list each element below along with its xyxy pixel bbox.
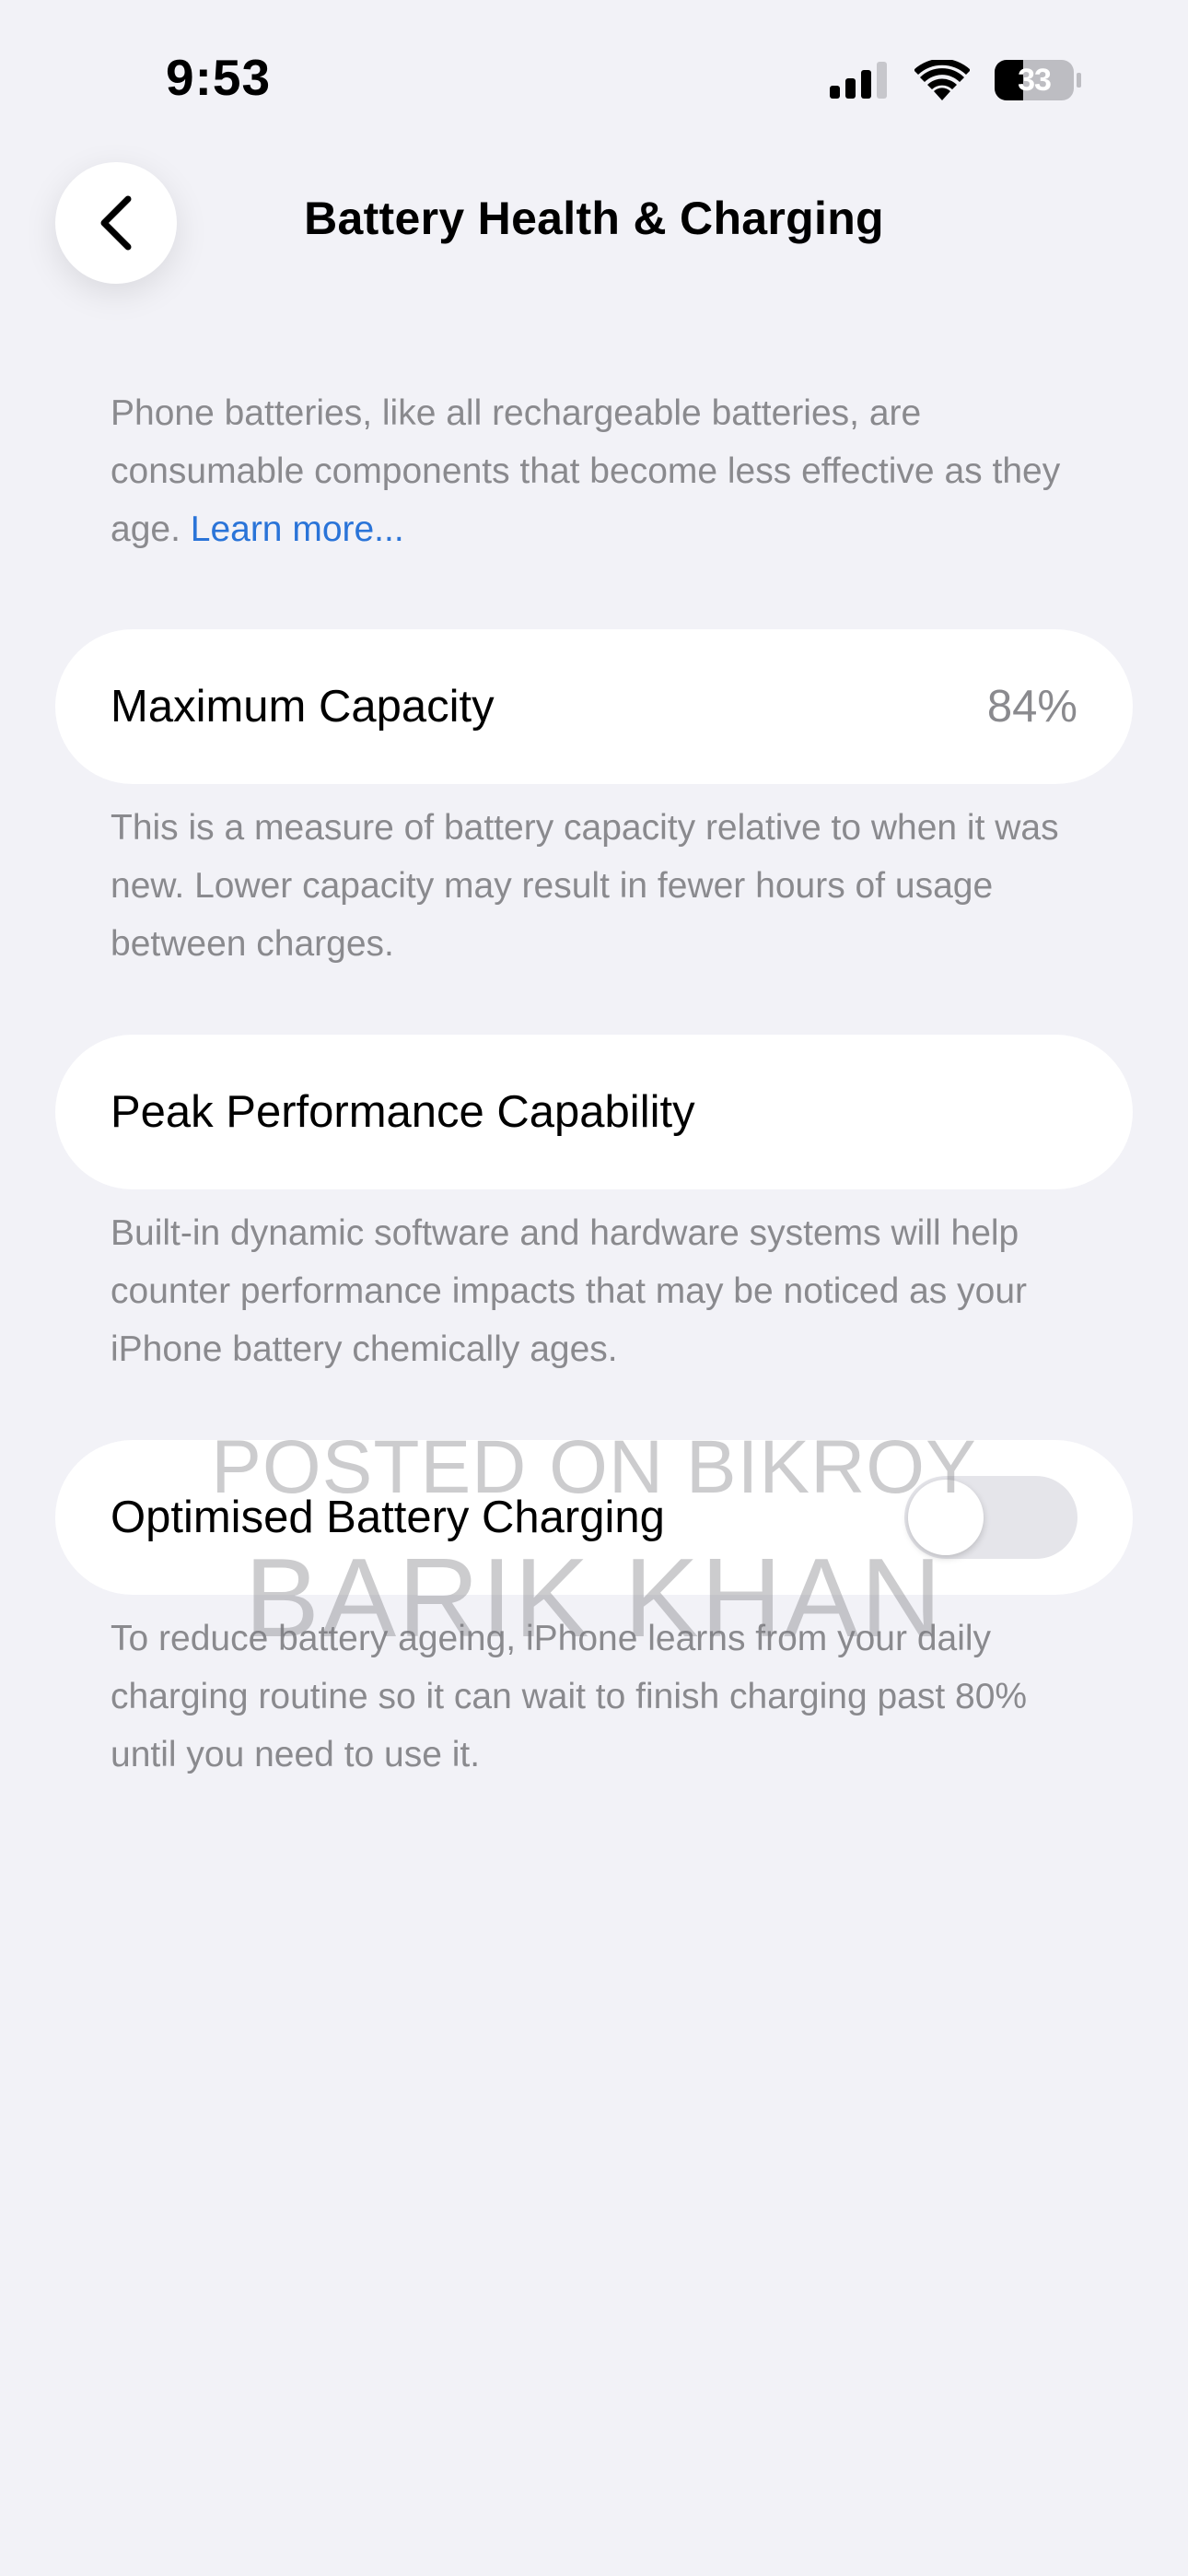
- optimised-charging-row: Optimised Battery Charging: [55, 1440, 1133, 1595]
- maximum-capacity-row: Maximum Capacity 84%: [55, 629, 1133, 784]
- learn-more-link[interactable]: Learn more...: [191, 509, 404, 549]
- battery-level: 33: [1018, 63, 1052, 98]
- maximum-capacity-label: Maximum Capacity: [111, 682, 495, 732]
- cellular-signal-icon: [830, 62, 887, 99]
- peak-performance-footnote: Built-in dynamic software and hardware s…: [111, 1213, 1027, 1369]
- toggle-knob: [908, 1480, 984, 1555]
- status-time: 9:53: [166, 49, 272, 106]
- intro-description: Phone batteries, like all rechargeable b…: [111, 384, 1087, 558]
- status-bar: 9:53 33: [0, 0, 1188, 157]
- optimised-charging-toggle[interactable]: [904, 1476, 1077, 1559]
- peak-performance-row: Peak Performance Capability: [55, 1035, 1133, 1189]
- maximum-capacity-footnote: This is a measure of battery capacity re…: [111, 808, 1059, 964]
- status-indicators: 33: [830, 57, 1082, 103]
- battery-icon: 33: [994, 59, 1082, 101]
- optimised-charging-label: Optimised Battery Charging: [111, 1493, 665, 1542]
- wifi-icon: [914, 60, 970, 100]
- peak-performance-label: Peak Performance Capability: [111, 1087, 695, 1137]
- page-title: Battery Health & Charging: [304, 193, 884, 244]
- optimised-charging-footnote: To reduce battery ageing, iPhone learns …: [111, 1619, 1028, 1774]
- maximum-capacity-value: 84%: [986, 682, 1077, 732]
